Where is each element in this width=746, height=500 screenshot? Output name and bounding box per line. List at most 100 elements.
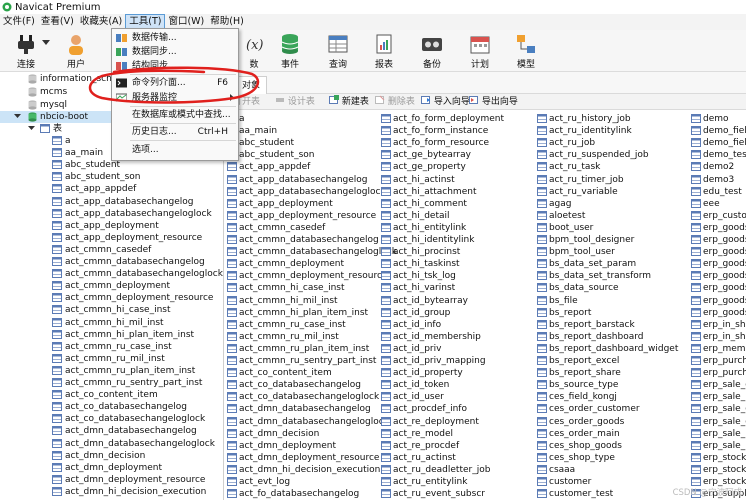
table-icon	[537, 368, 547, 378]
table-icon	[537, 477, 547, 486]
tree-table-item[interactable]: act_dmn_decision	[0, 450, 224, 462]
connect-dropdown-arrow[interactable]	[40, 40, 52, 52]
table-icon	[537, 259, 547, 269]
tree-table-item[interactable]: act_dmn_deployment	[0, 462, 224, 474]
table-icon	[381, 452, 391, 462]
table-icon	[691, 126, 701, 136]
table-grid-label: act_dmn_hi_decision_execution	[239, 464, 381, 475]
user-icon	[69, 35, 83, 55]
table-grid-label: erp_sale_return	[703, 392, 746, 403]
schedule-button[interactable]: 计划	[462, 32, 498, 70]
table-icon	[381, 404, 391, 414]
event-label: 事件	[280, 60, 299, 70]
table-icon	[691, 186, 701, 196]
table-icon	[227, 368, 237, 378]
tree-table-item[interactable]: act_co_content_item	[0, 389, 224, 401]
new-table-button[interactable]: 新建表	[329, 95, 369, 109]
user-label: 用户	[66, 60, 85, 70]
delete-table-button[interactable]: 删除表	[375, 95, 415, 109]
tree-table-item[interactable]: act_dmn_deployment_resource	[0, 474, 224, 486]
tree-table-item[interactable]: act_co_databasechangeloglock	[0, 413, 224, 425]
table-icon	[227, 331, 237, 341]
report-icon	[376, 34, 392, 54]
tree-table-item[interactable]: act_app_deployment	[0, 220, 224, 232]
menu-item-history-log[interactable]: 历史日志... Ctrl+H	[112, 125, 238, 139]
menu-item-data-sync[interactable]: 数据同步...	[112, 45, 238, 59]
tree-table-item[interactable]: act_cmmn_ru_case_inst	[0, 341, 224, 353]
table-icon	[381, 114, 391, 123]
table-icon	[691, 440, 701, 450]
menu-file[interactable]: 文件(F)	[0, 14, 38, 30]
table-icon	[381, 138, 391, 148]
table-icon	[537, 428, 547, 438]
tree-table-item[interactable]: act_cmmn_hi_case_inst	[0, 304, 224, 316]
model-button[interactable]: 模型	[508, 32, 544, 70]
tree-table-item[interactable]: act_cmmn_hi_mil_inst	[0, 317, 224, 329]
query-button[interactable]: 查询	[320, 32, 356, 70]
event-button[interactable]: 事件	[272, 32, 308, 70]
table-icon	[691, 271, 701, 281]
tree-table-item[interactable]: act_app_databasechangeloglock	[0, 208, 224, 220]
menu-item-structure-sync[interactable]: 结构同步...	[112, 59, 238, 73]
table-icon	[227, 356, 237, 365]
tree-table-item[interactable]: act_cmmn_casedef	[0, 244, 224, 256]
menu-view[interactable]: 查看(V)	[38, 14, 77, 30]
table-folder-icon	[40, 124, 50, 133]
tree-table-item[interactable]: act_cmmn_databasechangeloglock	[0, 268, 224, 280]
export-wizard-button[interactable]: 导出向导	[469, 95, 518, 109]
table-grid-label: act_re_procdef	[393, 440, 460, 451]
menu-item-label: 选项...	[132, 145, 159, 155]
report-button[interactable]: 报表	[366, 32, 402, 70]
table-icon	[52, 244, 62, 254]
menu-item-server-monitor[interactable]: 服务器监控	[112, 91, 238, 105]
tab-objects[interactable]: 对象	[235, 76, 268, 94]
connect-button[interactable]: 连接	[8, 32, 44, 70]
tree-table-item[interactable]: act_cmmn_deployment_resource	[0, 292, 224, 304]
database-icon	[28, 87, 37, 97]
table-icon	[381, 440, 391, 450]
window-title: Navicat Premium	[15, 1, 101, 13]
table-icon	[52, 378, 62, 387]
table-grid-label: erp_stock_check	[703, 464, 746, 475]
function-button[interactable]: (x) 数	[236, 32, 272, 70]
table-icon	[227, 162, 237, 172]
tree-table-item[interactable]: act_app_databasechangelog	[0, 196, 224, 208]
tree-table-item[interactable]: act_dmn_databasechangeloglock	[0, 438, 224, 450]
backup-button[interactable]: 备份	[414, 32, 450, 70]
table-icon	[691, 392, 701, 402]
table-grid-label: ces_shop_type	[549, 452, 615, 463]
import-wizard-button[interactable]: 导入向导	[421, 95, 470, 109]
tree-table-item[interactable]: act_app_deployment_resource	[0, 232, 224, 244]
tree-table-item[interactable]: act_cmmn_ru_mil_inst	[0, 353, 224, 365]
tree-table-item[interactable]: abc_student_son	[0, 171, 224, 183]
database-icon	[28, 74, 37, 84]
tree-table-item[interactable]: act_cmmn_databasechangelog	[0, 256, 224, 268]
tree-table-item[interactable]: act_cmmn_deployment	[0, 280, 224, 292]
menu-item-data-transfer[interactable]: 数据传输...	[112, 31, 238, 45]
tree-table-item[interactable]: act_dmn_databasechangelog	[0, 425, 224, 437]
tree-table-item[interactable]: act_cmmn_hi_plan_item_inst	[0, 329, 224, 341]
menu-item-command-line[interactable]: 命令列介面... F6	[112, 76, 238, 90]
menu-item-options[interactable]: 选项...	[112, 143, 238, 157]
table-icon	[227, 174, 237, 184]
tree-table-label: act_cmmn_hi_plan_item_inst	[65, 329, 195, 340]
table-icon	[227, 416, 237, 426]
function-label: 数	[249, 60, 259, 70]
table-grid-label: act_dmn_deployment_resource	[239, 452, 380, 463]
tree-table-item[interactable]: act_co_databasechangelog	[0, 401, 224, 413]
tree-table-item[interactable]: act_cmmn_ru_sentry_part_inst	[0, 377, 224, 389]
user-button[interactable]: 用户	[58, 32, 94, 70]
tree-table-item[interactable]: act_app_appdef	[0, 183, 224, 195]
table-icon	[691, 319, 701, 329]
table-icon	[691, 259, 701, 269]
table-icon	[381, 295, 391, 305]
table-icon	[52, 148, 62, 158]
tree-table-item[interactable]: act_dmn_hi_decision_execution	[0, 486, 224, 498]
tree-table-item[interactable]: act_cmmn_ru_plan_item_inst	[0, 365, 224, 377]
menu-item-label: 数据同步...	[132, 47, 177, 57]
schedule-label: 计划	[470, 60, 489, 70]
table-icon	[227, 392, 237, 402]
design-table-button[interactable]: 设计表	[275, 95, 315, 109]
menu-item-find-in-database[interactable]: 在数据库或模式中查找...	[112, 108, 238, 122]
table-grid-label: act_cmmn_deployment_resource	[239, 271, 388, 282]
